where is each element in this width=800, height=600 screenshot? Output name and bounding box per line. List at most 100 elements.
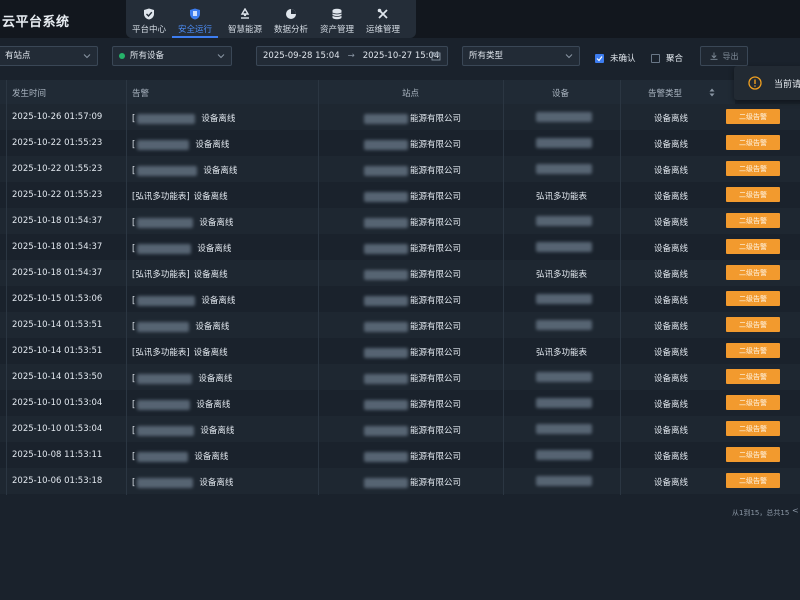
- alarm-bracket: [: [132, 478, 136, 488]
- table-row[interactable]: 2025-10-22 01:55:23 [设备离线 能源有限公司 设备离线 二级告警: [0, 130, 800, 156]
- table-row[interactable]: 2025-10-10 01:53:04 [设备离线 能源有限公司 设备离线 二级告警: [0, 390, 800, 416]
- notification-toast[interactable]: 当前请: [734, 66, 800, 100]
- type-select-value: 所有类型: [469, 51, 504, 61]
- cell-alarm-type: 设备离线: [654, 452, 689, 462]
- table-header: 发生时间 告警 站点 设备 告警类型: [0, 80, 735, 104]
- cell-alarm: [设备离线: [132, 112, 235, 124]
- alarm-device-name: [弘讯多功能表]: [132, 348, 190, 358]
- pagination-prev-button[interactable]: <: [792, 506, 799, 515]
- cell-device: 弘讯多功能表: [536, 192, 588, 202]
- redacted-text: [536, 424, 592, 434]
- table-row[interactable]: 2025-10-26 01:57:09 [设备离线 能源有限公司 设备离线 二级告警: [0, 104, 800, 130]
- status-dot-icon: [119, 53, 125, 59]
- tools-icon: [376, 7, 390, 21]
- alarm-level-badge[interactable]: 二级告警: [726, 213, 780, 228]
- filter-bar: 有站点 所有设备 2025-09-28 15:04 → 2025-10-27 1…: [0, 38, 800, 74]
- alarm-level-badge[interactable]: 二级告警: [726, 291, 780, 306]
- cell-alarm: [设备离线: [132, 138, 229, 150]
- export-label: 导出: [722, 51, 739, 61]
- merge-checkbox[interactable]: 聚合: [651, 52, 683, 64]
- cell-device: [536, 164, 592, 175]
- redacted-text: [137, 321, 190, 332]
- cell-site: 能源有限公司: [364, 346, 461, 358]
- alarm-level-badge[interactable]: 二级告警: [726, 447, 780, 462]
- alarm-level-badge[interactable]: 二级告警: [726, 473, 780, 488]
- alarm-level-badge[interactable]: 二级告警: [726, 369, 780, 384]
- cell-device: [536, 320, 592, 331]
- site-name: 能源有限公司: [410, 244, 462, 254]
- chevron-down-icon: [565, 54, 573, 59]
- table-row[interactable]: 2025-10-22 01:55:23 [弘讯多功能表] 设备离线 能源有限公司 弘讯多…: [0, 182, 800, 208]
- redacted-text: [364, 347, 408, 358]
- table-row[interactable]: 2025-10-14 01:53:50 [设备离线 能源有限公司 设备离线 二级告警: [0, 364, 800, 390]
- table-row[interactable]: 2025-10-14 01:53:51 [弘讯多功能表] 设备离线 能源有限公司 弘讯多…: [0, 338, 800, 364]
- sort-icon[interactable]: [709, 88, 715, 97]
- nav-label: 资产管理: [319, 25, 354, 35]
- cell-site: 能源有限公司: [364, 112, 461, 124]
- cell-alarm-type: 设备离线: [654, 192, 689, 202]
- date-end: 2025-10-27 15:04: [362, 51, 440, 61]
- cell-site: 能源有限公司: [364, 372, 461, 384]
- cell-time: 2025-10-22 01:55:23: [12, 190, 103, 200]
- alarm-level-badge[interactable]: 二级告警: [726, 317, 780, 332]
- alarm-level-badge[interactable]: 二级告警: [726, 265, 780, 280]
- cell-device: [536, 138, 592, 149]
- redacted-text: [137, 373, 193, 384]
- alarm-text: 设备离线: [199, 478, 234, 488]
- cell-alarm-type: 设备离线: [654, 270, 689, 280]
- table-row[interactable]: 2025-10-06 01:53:18 [设备离线 能源有限公司 设备离线 二级告警: [0, 468, 800, 494]
- cell-device: [536, 216, 592, 227]
- alarm-text: 设备离线: [201, 114, 236, 124]
- type-select[interactable]: 所有类型: [462, 46, 580, 66]
- cell-alarm: [设备离线: [132, 372, 232, 384]
- export-button[interactable]: 导出: [700, 46, 748, 66]
- alarm-device-name: [弘讯多功能表]: [132, 270, 190, 280]
- redacted-text: [364, 191, 408, 202]
- nav-item-data-analysis[interactable]: 数据分析: [268, 0, 314, 38]
- cell-time: 2025-10-26 01:57:09: [12, 112, 103, 122]
- alarm-level-badge[interactable]: 二级告警: [726, 421, 780, 436]
- alarm-level-badge[interactable]: 二级告警: [726, 343, 780, 358]
- alarm-level-badge[interactable]: 二级告警: [726, 187, 780, 202]
- redacted-text: [536, 216, 592, 226]
- cell-alarm-type: 设备离线: [654, 426, 689, 436]
- nav-item-smart-energy[interactable]: 智慧能源: [222, 0, 268, 38]
- unconfirmed-checkbox[interactable]: 未确认: [595, 52, 636, 64]
- alarm-level-badge[interactable]: 二级告警: [726, 161, 780, 176]
- site-select[interactable]: 有站点: [0, 46, 98, 66]
- cell-site: 能源有限公司: [364, 450, 461, 462]
- cell-time: 2025-10-08 11:53:11: [12, 450, 103, 460]
- alarm-level-badge[interactable]: 二级告警: [726, 135, 780, 150]
- nav-item-platform-center[interactable]: 平台中心: [126, 0, 172, 38]
- table-row[interactable]: 2025-10-18 01:54:37 [设备离线 能源有限公司 设备离线 二级告警: [0, 208, 800, 234]
- date-range-picker[interactable]: 2025-09-28 15:04 → 2025-10-27 15:04: [256, 46, 448, 66]
- alarm-text: 设备离线: [195, 322, 230, 332]
- alarm-text: 设备离线: [196, 400, 231, 410]
- table-row[interactable]: 2025-10-15 01:53:06 [设备离线 能源有限公司 设备离线 二级告警: [0, 286, 800, 312]
- cell-site: 能源有限公司: [364, 138, 461, 150]
- table-row[interactable]: 2025-10-18 01:54:37 [设备离线 能源有限公司 设备离线 二级告警: [0, 234, 800, 260]
- pie-chart-icon: [284, 7, 298, 21]
- nav-item-safety-operation[interactable]: 安全运行: [172, 0, 218, 38]
- alarm-level-badge[interactable]: 二级告警: [726, 395, 780, 410]
- redacted-text: [364, 321, 408, 332]
- cell-device: [536, 112, 592, 123]
- table-row[interactable]: 2025-10-18 01:54:37 [弘讯多功能表] 设备离线 能源有限公司 弘讯多…: [0, 260, 800, 286]
- nav-item-asset-management[interactable]: 资产管理: [314, 0, 360, 38]
- checkbox-unchecked-icon: [651, 53, 660, 63]
- device-select[interactable]: 所有设备: [112, 46, 232, 66]
- alarm-text: 设备离线: [193, 270, 228, 280]
- alarm-level-badge[interactable]: 二级告警: [726, 109, 780, 124]
- alarm-level-badge[interactable]: 二级告警: [726, 239, 780, 254]
- table-row[interactable]: 2025-10-14 01:53:51 [设备离线 能源有限公司 设备离线 二级告警: [0, 312, 800, 338]
- nav-item-ops-management[interactable]: 运维管理: [360, 0, 406, 38]
- table-row[interactable]: 2025-10-10 01:53:04 [设备离线 能源有限公司 设备离线 二级告警: [0, 416, 800, 442]
- table-row[interactable]: 2025-10-08 11:53:11 [设备离线 能源有限公司 设备离线 二级告警: [0, 442, 800, 468]
- cell-device: [536, 476, 592, 487]
- site-name: 能源有限公司: [410, 192, 462, 202]
- nav-label: 数据分析: [273, 25, 308, 35]
- database-icon: [330, 7, 344, 21]
- alarm-bracket: [: [132, 166, 136, 176]
- table-row[interactable]: 2025-10-22 01:55:23 [设备离线 能源有限公司 设备离线 二级告警: [0, 156, 800, 182]
- page-footer: [0, 522, 800, 600]
